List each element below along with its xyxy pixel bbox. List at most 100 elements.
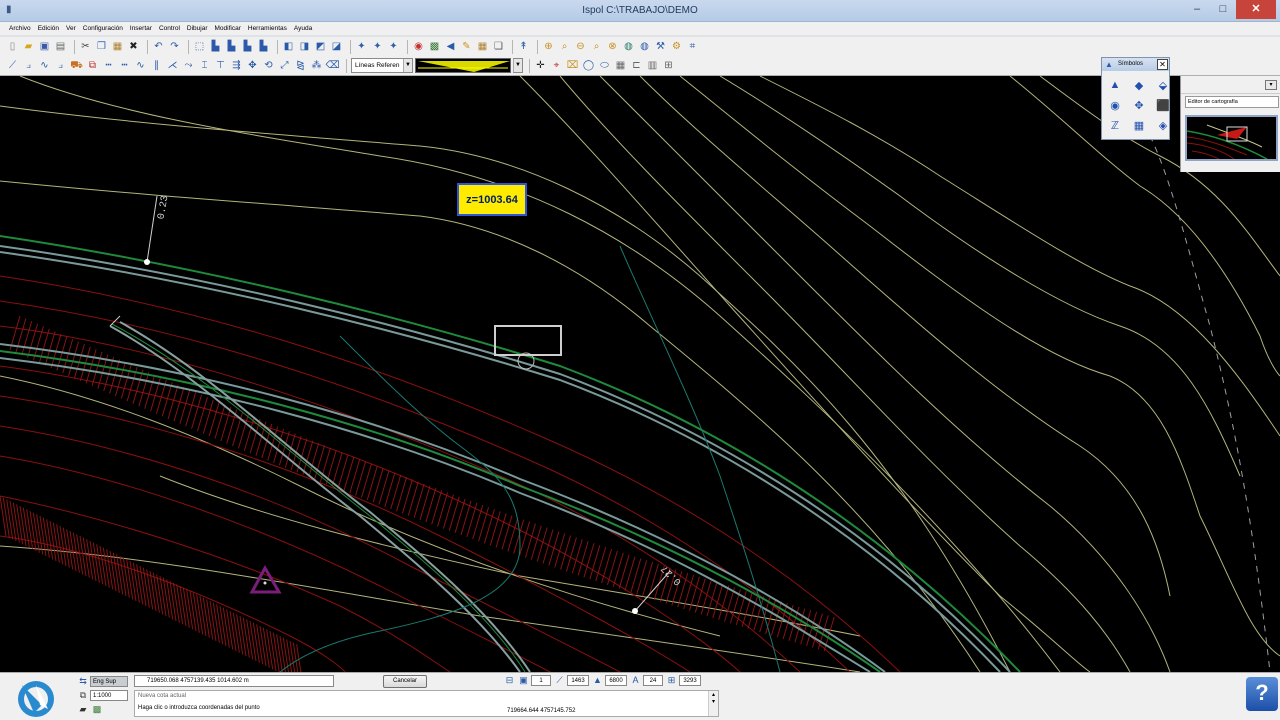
line-type-select[interactable]: Líneas Referen ▼ (351, 58, 413, 73)
circle-icon[interactable]: ◯ (582, 59, 595, 72)
open-folder-icon[interactable]: ▰ (22, 41, 35, 54)
menu-control[interactable]: Control (156, 22, 184, 35)
image-icon[interactable]: ▩ (90, 704, 104, 716)
symbols-panel-header[interactable]: ▲ Símbolos ✕ (1102, 58, 1169, 71)
view-icon[interactable]: ◨ (298, 41, 311, 54)
view-icon[interactable]: ◩ (314, 41, 327, 54)
snap-toggle-icon[interactable]: ⇆ (76, 676, 90, 688)
cancel-button[interactable]: Cancelar (383, 675, 427, 688)
redo-icon[interactable]: ↷ (168, 41, 181, 54)
measure-icon[interactable]: ⌖ (550, 59, 563, 72)
break-icon[interactable]: ⊤ (214, 59, 227, 72)
image-icon[interactable]: ▩ (428, 41, 441, 54)
new-file-icon[interactable]: ▯ (6, 41, 19, 54)
copy-icon[interactable]: ❐ (95, 41, 108, 54)
spline-icon[interactable]: ∿ (134, 59, 147, 72)
erase-icon[interactable]: ⌫ (325, 59, 339, 72)
line-icon[interactable]: ⟋ (553, 674, 566, 686)
scale-field[interactable]: 1:1000 (90, 690, 128, 701)
ellipse-icon[interactable]: ⬭ (598, 59, 611, 72)
table-icon[interactable]: ▦ (476, 41, 489, 54)
layer-icon[interactable]: ▙ (209, 41, 222, 54)
close-button[interactable]: ✕ (1236, 0, 1276, 19)
block-icon[interactable]: ⊞ (662, 59, 675, 72)
menu-archivo[interactable]: Archivo (6, 22, 35, 35)
table-icon[interactable]: ▦ (1130, 117, 1148, 133)
menu-ayuda[interactable]: Ayuda (291, 22, 316, 35)
array-icon[interactable]: ⁂ (310, 59, 323, 72)
tools-icon[interactable]: ⚒ (654, 41, 667, 54)
help-button[interactable]: ? (1246, 677, 1278, 711)
extend-icon[interactable]: ⤳ (182, 59, 195, 72)
minimize-button[interactable]: – (1184, 0, 1210, 19)
marker-icon[interactable]: ↟ (517, 41, 530, 54)
lock-icon[interactable]: ⊟ (503, 674, 516, 686)
gear-icon[interactable]: ⚙ (670, 41, 683, 54)
offset-icon[interactable]: ⇶ (230, 59, 243, 72)
menu-herramientas[interactable]: Herramientas (245, 22, 291, 35)
layer-icon[interactable]: ▣ (517, 674, 530, 686)
dashed-icon[interactable]: ┅ (102, 59, 115, 72)
overview-thumbnail[interactable] (1185, 115, 1278, 161)
hatch-icon[interactable]: ▥ (646, 59, 659, 72)
menu-configuracion[interactable]: Configuración (80, 22, 127, 35)
parallel-icon[interactable]: ∥ (150, 59, 163, 72)
trim-icon[interactable]: ⋌ (166, 59, 179, 72)
paste-icon[interactable]: ▦ (111, 41, 124, 54)
text-icon[interactable]: A (629, 674, 642, 686)
cut-icon[interactable]: ✂ (79, 41, 92, 54)
node-icon[interactable]: ⧉ (86, 59, 99, 72)
elevation-label[interactable]: z=1003.64 (457, 183, 527, 216)
marker-icon[interactable]: ⬛ (1154, 97, 1172, 113)
chevron-down-icon[interactable]: ▼ (513, 59, 522, 72)
zoom-window-icon[interactable]: ⌕ (590, 41, 603, 54)
command-history[interactable]: Nueva cota actual Haga clic o introduzca… (134, 690, 719, 717)
layers-icon[interactable]: ◈ (1154, 117, 1172, 133)
line-icon[interactable]: ⟋ (6, 59, 19, 72)
grid-icon[interactable]: ⌗ (686, 41, 699, 54)
drawing-canvas[interactable]: z=1003.64 0.23 0.27 (0, 76, 1280, 672)
globe-icon[interactable]: ◍ (638, 41, 651, 54)
text-value[interactable]: 24 (643, 674, 663, 686)
chevron-down-icon[interactable]: ▼ (403, 59, 412, 72)
triangle-icon[interactable]: ▲ (1106, 77, 1124, 93)
table-icon[interactable]: ▦ (614, 59, 627, 72)
menu-modificar[interactable]: Modificar (212, 22, 245, 35)
layer-icon[interactable]: ▙ (241, 41, 254, 54)
zoom-in-icon[interactable]: ⊕ (542, 41, 555, 54)
print-icon[interactable]: ▤ (54, 41, 67, 54)
close-icon[interactable]: ✕ (1157, 59, 1168, 70)
text-icon[interactable]: ⊏ (630, 59, 643, 72)
line-style-preview[interactable] (415, 58, 511, 73)
vertex-icon[interactable]: ◉ (1106, 97, 1124, 113)
snap-icon[interactable]: ✦ (355, 41, 368, 54)
dashed-icon[interactable]: ┅ (118, 59, 131, 72)
history-scrollbar[interactable]: ▴ ▾ (708, 691, 718, 716)
menu-insertar[interactable]: Insertar (127, 22, 156, 35)
layer-icon[interactable]: ▙ (257, 41, 270, 54)
arrow-icon[interactable]: ◀ (444, 41, 457, 54)
layer-icon[interactable]: ▰ (76, 704, 90, 716)
line-value[interactable]: 1463 (567, 674, 589, 686)
scale-icon[interactable]: ⧉ (76, 690, 90, 702)
join-icon[interactable]: ⌶ (198, 59, 211, 72)
select-icon[interactable]: ⬚ (193, 41, 206, 54)
truck-icon[interactable]: ⛟ (70, 59, 83, 72)
menu-ver[interactable]: Ver (63, 22, 80, 35)
delete-icon[interactable]: ✖ (127, 41, 140, 54)
eraser-icon[interactable]: ⌧ (566, 59, 579, 72)
layer-value[interactable]: 1 (531, 674, 551, 686)
mirror-icon[interactable]: ⧎ (294, 59, 307, 72)
globe-icon[interactable]: ◍ (622, 41, 635, 54)
polyline-icon[interactable]: ⟓ (54, 59, 67, 72)
point-value[interactable]: 3293 (679, 674, 701, 686)
view-icon[interactable]: ◪ (330, 41, 343, 54)
zoom-icon[interactable]: ⌕ (558, 41, 571, 54)
scale-icon[interactable]: ⤢ (278, 59, 291, 72)
rotate-icon[interactable]: ⟲ (262, 59, 275, 72)
coordinates-field[interactable]: 719650.068 4757139.435 1014.602 m (134, 675, 334, 687)
symbol-value[interactable]: 6800 (605, 674, 627, 686)
maximize-button[interactable]: □ (1210, 0, 1236, 19)
cartography-editor-select[interactable]: Editor de cartografía (1185, 96, 1279, 108)
crosshair-icon[interactable]: ✛ (534, 59, 547, 72)
